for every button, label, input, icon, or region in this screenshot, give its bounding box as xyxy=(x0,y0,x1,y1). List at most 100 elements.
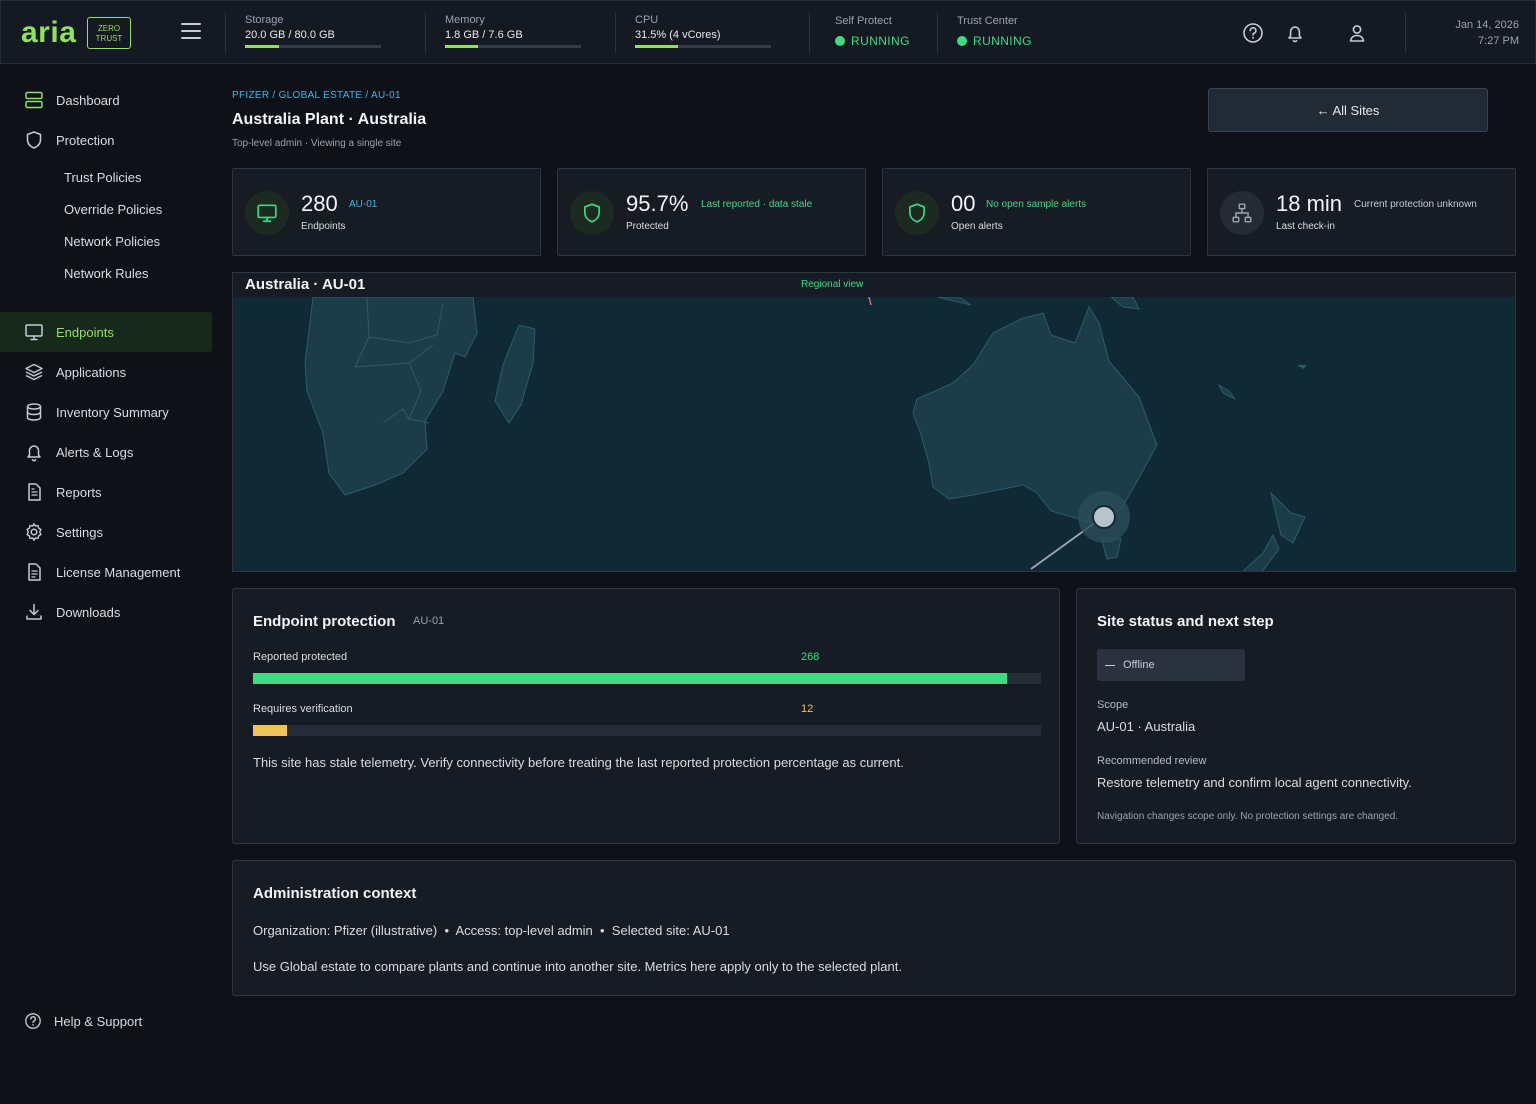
status-text: Offline xyxy=(1123,659,1155,671)
kpi-label: Open alerts xyxy=(951,221,1003,232)
self-protect-status: Self Protect RUNNING xyxy=(835,14,910,48)
breadcrumb[interactable]: PFIZER / GLOBAL ESTATE / AU-01 xyxy=(232,90,401,101)
badge-line-1: ZERO xyxy=(97,24,121,33)
help-icon[interactable] xyxy=(1242,22,1264,44)
trust-center-status: Trust Center RUNNING xyxy=(957,14,1032,48)
memory-value: 1.8 GB / 7.6 GB xyxy=(445,29,523,41)
sidebar-item-dashboard[interactable]: Dashboard xyxy=(0,80,212,120)
memory-bar-fill xyxy=(445,45,478,48)
sidebar-item-reports[interactable]: Reports xyxy=(0,472,212,512)
help-support-label: Help & Support xyxy=(54,1013,143,1029)
sidebar-item-network-rules[interactable]: Network Rules xyxy=(64,266,149,281)
cpu-bar xyxy=(635,45,771,48)
network-icon xyxy=(1220,191,1264,235)
site-code: AU-01 xyxy=(413,615,445,627)
bell-icon xyxy=(27,445,41,462)
dash-icon xyxy=(1105,664,1115,666)
bar-label-verification: Requires verification xyxy=(253,703,353,715)
license-icon xyxy=(28,563,41,581)
sidebar-item-label: Alerts & Logs xyxy=(56,444,134,460)
map-graphic xyxy=(233,273,1515,571)
sidebar-item-protection[interactable]: Protection xyxy=(0,120,212,160)
admin-context-line: Organization: Pfizer (illustrative) • Ac… xyxy=(253,923,730,938)
kpi-protected: 95.7% Last reported · data stale Protect… xyxy=(557,168,866,256)
gear-icon xyxy=(26,523,42,541)
administration-context-panel: Administration context Organization: Pfi… xyxy=(232,860,1516,996)
endpoint-protection-panel: Endpoint protection AU-01 Reported prote… xyxy=(232,588,1060,844)
storage-metric: Storage 20.0 GB / 80.0 GB xyxy=(245,13,381,48)
kpi-value: 95.7% xyxy=(626,191,689,216)
navigation-note: Navigation changes scope only. No protec… xyxy=(1097,811,1399,822)
map-header: Australia · AU-01 Regional view xyxy=(233,273,1515,297)
cpu-label: CPU xyxy=(635,14,659,26)
storage-bar xyxy=(245,45,381,48)
kpi-label: Endpoints xyxy=(301,221,346,232)
sidebar-item-label: Downloads xyxy=(56,604,121,620)
protected-bar xyxy=(253,673,1041,684)
sidebar-item-label: Inventory Summary xyxy=(56,404,169,420)
status-badge: Offline xyxy=(1097,649,1245,681)
scope-label: Scope xyxy=(1097,699,1129,711)
shield-icon xyxy=(570,191,614,235)
kpi-endpoints: 280 AU-01 Endpoints xyxy=(232,168,541,256)
memory-label: Memory xyxy=(445,14,485,26)
date-time: Jan 14, 2026 7:27 PM xyxy=(1455,17,1519,49)
self-protect-label: Self Protect xyxy=(835,15,892,27)
sidebar-item-trust-policies[interactable]: Trust Policies xyxy=(64,170,142,185)
kpi-value: 00 xyxy=(951,191,976,216)
kpi-note: Current protection unknown xyxy=(1354,199,1477,210)
bar-count-protected: 268 xyxy=(801,651,820,663)
bar-count-verification: 12 xyxy=(801,703,814,715)
zero-trust-badge: ZERO TRUST xyxy=(87,17,131,49)
kpi-value: 280 xyxy=(301,191,338,216)
user-profile-icon[interactable] xyxy=(1346,22,1368,44)
divider xyxy=(937,13,938,53)
panel-title: Administration context xyxy=(253,885,417,902)
monitor-icon xyxy=(25,324,43,341)
sidebar-item-endpoints[interactable]: Endpoints xyxy=(0,312,212,352)
page-title: Australia Plant · Australia xyxy=(232,111,427,128)
sidebar-item-settings[interactable]: Settings xyxy=(0,512,212,552)
scope-value: AU-01 · Australia xyxy=(1097,719,1196,734)
stale-telemetry-message: This site has stale telemetry. Verify co… xyxy=(253,755,904,770)
sidebar-item-downloads[interactable]: Downloads xyxy=(0,592,212,632)
badge-line-2: TRUST xyxy=(95,34,123,43)
sidebar-item-network-policies[interactable]: Network Policies xyxy=(64,234,160,249)
shield-icon xyxy=(895,191,939,235)
notifications-bell-icon[interactable] xyxy=(1284,22,1306,44)
help-support-link[interactable]: Help & Support xyxy=(24,1012,142,1030)
review-label: Recommended review xyxy=(1097,755,1207,767)
sidebar-item-override-policies[interactable]: Override Policies xyxy=(64,202,162,217)
kpi-label: Last check-in xyxy=(1276,221,1335,232)
sidebar-item-label: Protection xyxy=(56,132,115,148)
all-sites-button[interactable]: ← All Sites xyxy=(1208,88,1488,132)
map-view-label: Regional view xyxy=(801,279,864,290)
sidebar-item-inventory-summary[interactable]: Inventory Summary xyxy=(0,392,212,432)
status-dot-icon xyxy=(835,36,845,46)
memory-metric: Memory 1.8 GB / 7.6 GB xyxy=(445,13,581,48)
cpu-value: 31.5% (4 vCores) xyxy=(635,29,721,41)
trust-center-value: RUNNING xyxy=(973,34,1032,48)
storage-bar-fill xyxy=(245,45,279,48)
sidebar-item-applications[interactable]: Applications xyxy=(0,352,212,392)
sidebar-item-alerts-logs[interactable]: Alerts & Logs xyxy=(0,432,212,472)
panel-title: Site status and next step xyxy=(1097,613,1274,630)
date-text: Jan 14, 2026 xyxy=(1455,19,1519,31)
regional-map[interactable]: Australia · AU-01 Regional view xyxy=(232,272,1516,572)
sidebar-item-label: Dashboard xyxy=(56,92,120,108)
kpi-open-alerts: 00 No open sample alerts Open alerts xyxy=(882,168,1191,256)
database-icon xyxy=(26,403,42,421)
divider xyxy=(1405,13,1406,53)
verification-bar xyxy=(253,725,1041,736)
divider xyxy=(425,13,426,53)
shield-icon xyxy=(26,131,42,149)
cpu-bar-fill xyxy=(635,45,678,48)
sidebar-item-label: Reports xyxy=(56,484,102,500)
sidebar-item-license-management[interactable]: License Management xyxy=(0,552,212,592)
kpi-note: Last reported · data stale xyxy=(701,199,813,210)
layers-icon xyxy=(25,363,43,381)
review-value: Restore telemetry and confirm local agen… xyxy=(1097,775,1412,790)
trust-center-label: Trust Center xyxy=(957,15,1018,27)
sidebar-item-label: Endpoints xyxy=(56,324,114,340)
menu-toggle-icon[interactable] xyxy=(181,23,201,41)
